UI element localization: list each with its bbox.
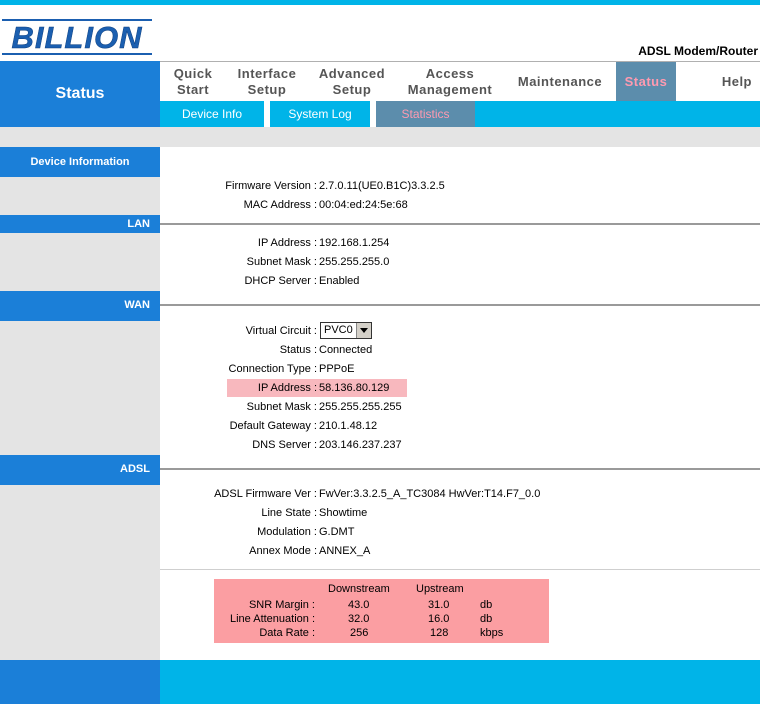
row-label: MAC Address : [243,199,317,211]
row-label: ADSL Firmware Ver : [214,488,317,500]
section-divider [160,304,760,306]
nav-interface-setup[interactable]: Interface Setup [226,62,308,102]
select-value: PVC0 [324,324,353,336]
row-value: 210.1.48.12 [319,420,378,432]
row-value: Showtime [319,507,368,519]
row-value: G.DMT [319,526,355,538]
row-label: Modulation : [257,526,317,538]
info-row: IP Address : 58.136.80.129 [160,380,760,396]
info-row: DNS Server : 203.146.237.237 [160,437,760,453]
info-row: Firmware Version : 2.7.0.11(UE0.B1C)3.3.… [160,178,760,194]
row-label: Annex Mode : [249,545,317,557]
info-row: Line State : Showtime [160,505,760,521]
stats-unit: db [480,599,493,611]
row-value: 255.255.255.0 [319,256,390,268]
row-value: Enabled [319,275,360,287]
row-label: IP Address : [257,237,317,249]
stats-down-value: 43.0 [348,599,370,611]
stats-header-upstream: Upstream [416,583,464,595]
section-adsl: ADSL [0,455,160,485]
row-value: FwVer:3.3.2.5_A_TC3084 HwVer:T14.F7_0.0 [319,488,541,500]
row-value: 255.255.255.255 [319,401,402,413]
nav-access-management[interactable]: Access Management [396,62,504,102]
row-label: Subnet Mask : [246,401,317,413]
row-value: 58.136.80.129 [319,382,390,394]
section-divider [160,468,760,470]
section-device-information: Device Information [0,147,160,177]
row-value: 192.168.1.254 [319,237,390,249]
top-accent-bar [0,0,760,5]
stats-down-value: 256 [350,627,369,639]
info-row: Connection Type : PPPoE [160,361,760,377]
nav-quick-start[interactable]: Quick Start [160,62,226,102]
row-label: Line State : [261,507,317,519]
stats-divider [160,569,760,570]
stats-up-value: 16.0 [428,613,450,625]
row-label: Firmware Version : [225,180,317,192]
info-row: MAC Address : 00:04:ed:24:5e:68 [160,197,760,213]
row-label: DNS Server : [252,439,317,451]
nav-help[interactable]: Help [676,62,760,102]
stats-unit: kbps [480,627,504,639]
row-value: Connected [319,344,373,356]
stats-up-value: 31.0 [428,599,450,611]
row-label: IP Address : [257,382,317,394]
stats-header-downstream: Downstream [328,583,390,595]
main-nav: Quick Start Interface Setup Advanced Setup … [160,61,760,102]
footer-bar [160,660,760,704]
virtual-circuit-select[interactable]: PVC0 [320,322,372,339]
info-row: Annex Mode : ANNEX_A [160,543,760,559]
section-wan: WAN [0,291,160,321]
sidebar-status-title: Status [0,61,160,127]
info-row: Subnet Mask : 255.255.255.255 [160,399,760,415]
info-row: Modulation : G.DMT [160,524,760,540]
tab-statistics[interactable]: Statistics [376,101,475,127]
info-row: Status : Connected [160,342,760,358]
section-divider [160,223,760,225]
stats-label: Line Attenuation : [229,613,315,625]
billion-logo: BILLION [2,19,152,55]
stats-down-value: 32.0 [348,613,370,625]
nav-maintenance[interactable]: Maintenance [504,62,616,102]
product-name: ADSL Modem/Router [638,44,758,58]
row-value: ANNEX_A [319,545,371,557]
sub-nav: Device Info System Log Statistics [160,101,760,127]
nav-status[interactable]: Status [616,62,676,102]
info-row: DHCP Server : Enabled [160,273,760,289]
row-label: Connection Type : [228,363,317,375]
header-spacer [0,127,760,147]
info-row: IP Address : 192.168.1.254 [160,235,760,251]
info-row: Subnet Mask : 255.255.255.0 [160,254,760,270]
tab-system-log[interactable]: System Log [270,101,370,127]
stats-unit: db [480,613,493,625]
tab-device-info[interactable]: Device Info [160,101,264,127]
row-label: Subnet Mask : [246,256,317,268]
info-row: Default Gateway : 210.1.48.12 [160,418,760,434]
row-label: Status : [279,344,317,356]
line-stats-table: Downstream Upstream SNR Margin : 43.0 31… [214,579,549,643]
stats-up-value: 128 [430,627,449,639]
row-value: 203.146.237.237 [319,439,402,451]
footer-side [0,660,160,704]
section-lan: LAN [0,215,160,233]
row-label: Default Gateway : [229,420,317,432]
chevron-down-icon[interactable] [356,323,371,338]
logo-text: BILLION [12,20,143,55]
row-value: PPPoE [319,363,355,375]
row-value: 00:04:ed:24:5e:68 [319,199,408,211]
stats-label: SNR Margin : [248,599,315,611]
row-label: Virtual Circuit : [245,325,317,337]
info-row: ADSL Firmware Ver : FwVer:3.3.2.5_A_TC30… [160,486,760,502]
info-row: Virtual Circuit : [160,323,760,339]
row-label: DHCP Server : [244,275,317,287]
nav-advanced-setup[interactable]: Advanced Setup [308,62,396,102]
stats-label: Data Rate : [259,627,315,639]
row-value: 2.7.0.11(UE0.B1C)3.3.2.5 [319,180,445,192]
